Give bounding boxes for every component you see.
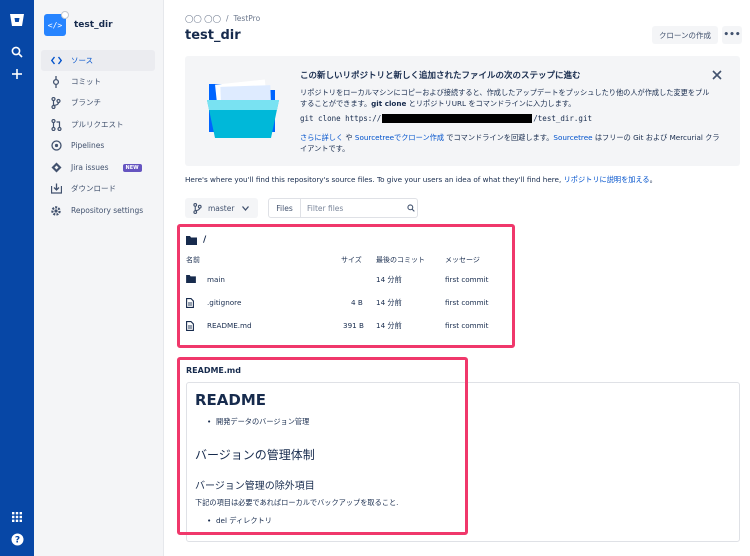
redacted-url — [382, 114, 533, 123]
branch-icon — [50, 96, 62, 109]
repo-avatar: </> — [44, 11, 69, 36]
sidebar-item-repository-settings[interactable]: Repository settings — [41, 200, 155, 221]
sidebar-item-jira-issues[interactable]: Jira issues NEW — [41, 157, 155, 178]
repo-description-hint: Here's where you'll find this repository… — [185, 175, 657, 184]
new-badge: NEW — [122, 163, 142, 172]
banner-help-text: さらに詳しく や Sourcetreeでクローン作成 でコマンドラインを回避しま… — [300, 133, 720, 153]
breadcrumb: ◯◯ ◯◯ / TestPro — [185, 14, 260, 23]
sidebar-item-label: コミット — [71, 77, 101, 86]
chevron-down-icon — [242, 204, 250, 213]
pipelines-icon — [50, 140, 62, 152]
breadcrumb-separator: / — [225, 14, 229, 23]
svg-text:?: ? — [14, 535, 19, 545]
page-title: test_dir — [185, 28, 241, 43]
sidebar-item-branches[interactable]: ブランチ — [41, 92, 155, 113]
repo-name: test_dir — [74, 20, 113, 30]
plus-icon[interactable] — [7, 64, 27, 84]
branch-selector[interactable]: master — [185, 198, 258, 218]
sidebar-item-label: ブランチ — [71, 98, 101, 107]
project-sidebar: </> test_dir ソース コミット ブランチ プルリクエスト Pipel… — [34, 0, 164, 556]
filter-files-input[interactable] — [301, 203, 405, 213]
breadcrumb-workspace[interactable]: ◯◯ ◯◯ — [185, 14, 221, 23]
sidebar-item-downloads[interactable]: ダウンロード — [41, 178, 155, 199]
folder-illustration-icon — [207, 79, 279, 138]
sidebar-item-pipelines[interactable]: Pipelines — [41, 135, 155, 156]
banner-title: この新しいリポジトリと新しく追加されたファイルの次のステップに進む — [300, 71, 581, 81]
file-list-highlight — [177, 224, 515, 348]
commit-icon — [50, 75, 62, 88]
download-icon — [50, 183, 62, 195]
learn-more-link[interactable]: さらに詳しく — [300, 133, 343, 142]
files-dropdown[interactable]: Files — [269, 199, 302, 217]
apps-grid-icon[interactable] — [7, 507, 27, 527]
sidebar-item-label: Pipelines — [71, 141, 105, 150]
sidebar-item-source[interactable]: ソース — [41, 50, 155, 71]
branch-name: master — [208, 203, 235, 213]
banner-description: リポジトリをローカルマシンにコピーおよび接続すると、作成したアップデートをプッシ… — [300, 88, 710, 108]
search-icon[interactable] — [7, 42, 27, 62]
help-icon[interactable]: ? — [7, 529, 27, 549]
settings-icon — [50, 205, 62, 217]
branch-icon — [193, 202, 202, 214]
sidebar-item-label: ソース — [71, 56, 94, 65]
bitbucket-logo-icon[interactable] — [7, 10, 27, 30]
readme-highlight — [177, 357, 468, 535]
search-icon[interactable] — [404, 204, 417, 212]
sidebar-item-commits[interactable]: コミット — [41, 71, 155, 92]
sidebar-item-label: ダウンロード — [71, 184, 116, 193]
close-icon[interactable] — [710, 68, 724, 82]
sourcetree-link[interactable]: Sourcetree — [553, 133, 592, 142]
repo-header[interactable]: </> test_dir — [44, 11, 113, 36]
global-nav: ? — [0, 0, 34, 556]
sidebar-item-label: Jira issues — [71, 163, 109, 172]
files-filter-group: Files — [268, 198, 418, 218]
sourcetree-clone-link[interactable]: Sourcetreeでクローン作成 — [355, 133, 444, 142]
jira-icon — [50, 162, 62, 174]
breadcrumb-project[interactable]: TestPro — [234, 14, 261, 23]
sidebar-item-pull-requests[interactable]: プルリクエスト — [41, 114, 155, 135]
more-actions-button[interactable]: ••• — [722, 26, 742, 44]
sidebar-item-label: プルリクエスト — [71, 120, 124, 129]
git-clone-command[interactable]: git clone https:///test_dir.git — [300, 114, 592, 123]
next-steps-banner: この新しいリポジトリと新しく追加されたファイルの次のステップに進む リポジトリを… — [185, 56, 740, 166]
lock-icon — [61, 11, 69, 19]
code-icon — [50, 55, 62, 67]
add-description-link[interactable]: リポジトリに説明を加える — [564, 175, 650, 184]
clone-button[interactable]: クローンの作成 — [652, 26, 718, 44]
pull-request-icon — [50, 118, 62, 131]
sidebar-item-label: Repository settings — [71, 206, 144, 215]
